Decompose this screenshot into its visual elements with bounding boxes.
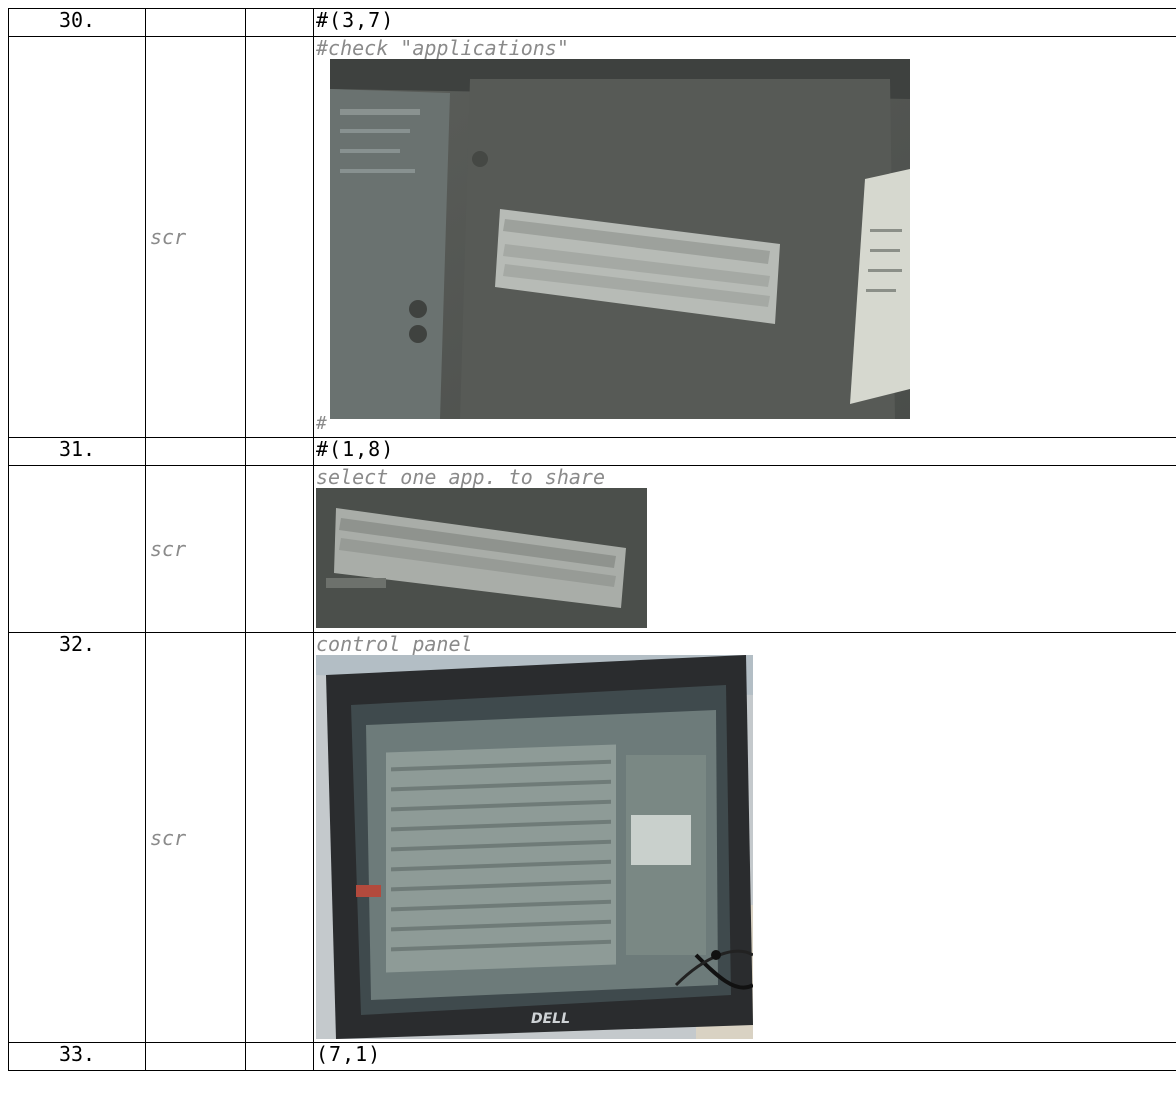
step-number: 32. [8,632,146,1043]
command-text: #(3,7) [316,8,395,32]
type-label: scr [150,537,187,561]
screenshot-photo: DELL [316,655,753,1039]
comment-text: select one app. to share [316,465,605,489]
blank-cell [245,36,314,438]
type-cell [145,8,246,37]
step-number: 33. [8,1042,146,1071]
type-cell: scr [145,36,246,438]
type-cell: scr [145,632,246,1043]
screenshot-photo [316,488,647,628]
screenshot-photo [330,59,910,419]
type-label: scr [150,825,187,850]
type-cell [145,437,246,466]
blank-cell [245,465,314,633]
type-cell [145,1042,246,1071]
content-cell: (7,1) [313,1042,1176,1071]
step-number: 30. [8,8,146,37]
table-row: scr #check "applications" # [8,36,1176,438]
step-number [8,465,146,633]
content-cell: #check "applications" # [313,36,1176,438]
document-table: 30. #(3,7) scr #check "applications" # 3… [8,8,1176,1071]
blank-cell [245,8,314,37]
table-row: 33. (7,1) [8,1042,1176,1071]
type-cell: scr [145,465,246,633]
content-cell: select one app. to share [313,465,1176,633]
blank-cell [245,437,314,466]
laptop-logo: DELL [531,1011,570,1027]
blank-cell [245,1042,314,1071]
step-number [8,36,146,438]
comment-text: #check "applications" [316,36,569,60]
content-cell: #(3,7) [313,8,1176,37]
command-text: (7,1) [316,1042,382,1066]
step-number: 31. [8,437,146,466]
table-row: 31. #(1,8) [8,437,1176,466]
table-row: 32. scr control panel DELL [8,632,1176,1043]
hash-marker: # [316,413,327,434]
content-cell: #(1,8) [313,437,1176,466]
content-cell: control panel DELL [313,632,1176,1043]
comment-text: control panel [316,632,473,656]
command-text: #(1,8) [316,437,395,461]
table-row: 30. #(3,7) [8,8,1176,37]
table-row: scr select one app. to share [8,465,1176,633]
type-label: scr [150,225,187,249]
blank-cell [245,632,314,1043]
